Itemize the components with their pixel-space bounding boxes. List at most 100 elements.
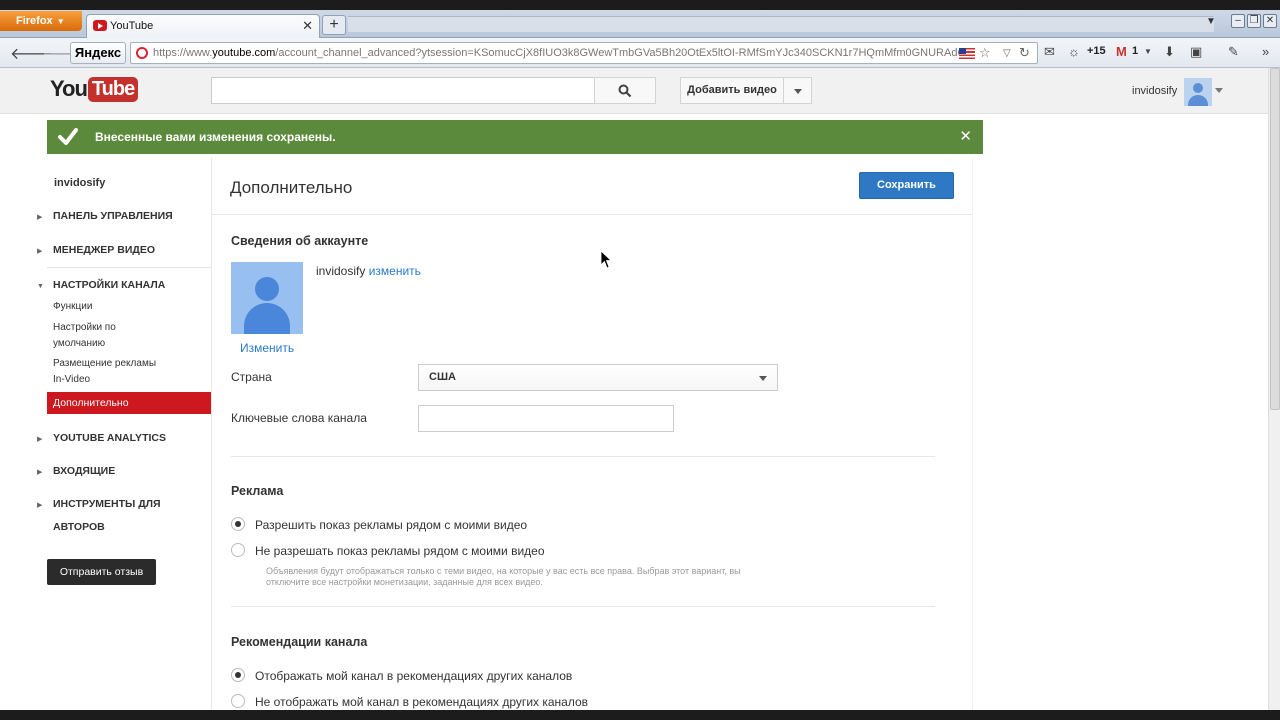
check-icon <box>58 128 78 145</box>
addon-icon[interactable]: ▣ <box>1190 44 1202 60</box>
ads-deny-radio[interactable] <box>231 543 245 557</box>
search-icon <box>618 84 632 98</box>
search-input[interactable] <box>211 77 595 104</box>
ads-section-title: Реклама <box>231 484 284 498</box>
collapse-arrow-icon: ▼ <box>37 283 44 290</box>
change-name-link[interactable]: изменить <box>369 264 421 278</box>
sidebar-item-label: ИНСТРУМЕНТЫ ДЛЯ АВТОРОВ <box>53 498 161 533</box>
tabstrip-empty-area <box>348 16 1214 32</box>
sidebar-subitem-invideo-ads[interactable]: Размещение рекламы In-Video <box>53 356 163 388</box>
browser-tab[interactable]: YouTube ✕ <box>86 14 320 38</box>
upload-video-button[interactable]: Добавить видео <box>680 77 784 104</box>
minimize-icon[interactable]: – <box>1231 14 1245 28</box>
sidebar-username[interactable]: invidosify <box>54 177 105 189</box>
scrollbar-thumb[interactable] <box>1270 68 1280 410</box>
sidebar-item-creator-tools[interactable]: ▶ ИНСТРУМЕНТЫ ДЛЯ АВТОРОВ <box>37 493 173 539</box>
recommend-show-label[interactable]: Отображать мой канал в рекомендациях дру… <box>255 669 572 683</box>
url-domain: youtube.com <box>212 47 276 59</box>
recommend-hide-label[interactable]: Не отображать мой канал в рекомендациях … <box>255 695 588 709</box>
user-avatar[interactable] <box>1184 78 1212 106</box>
weather-counter[interactable]: +15 <box>1087 45 1106 57</box>
search-button[interactable] <box>594 77 656 104</box>
screen-top-bar <box>0 0 1280 10</box>
history-dropdown-icon[interactable]: ▽ <box>1003 48 1011 59</box>
sidebar-item-dashboard[interactable]: ▶ ПАНЕЛЬ УПРАВЛЕНИЯ <box>37 210 173 222</box>
sidebar-item-label: ВХОДЯЩИЕ <box>53 465 116 477</box>
expand-arrow-icon: ▶ <box>37 436 43 443</box>
expand-arrow-icon: ▶ <box>37 214 43 221</box>
us-flag-icon <box>959 48 975 59</box>
reload-icon[interactable]: ↻ <box>1019 45 1030 61</box>
browser-nav-bar: 🡐 🡒 Яндекс https://www.youtube.com/accou… <box>0 38 1280 68</box>
close-window-icon[interactable]: ✕ <box>1263 14 1277 28</box>
chevron-down-icon[interactable]: ▼ <box>1144 47 1152 56</box>
yandex-button[interactable]: Яндекс <box>70 42 126 64</box>
gmail-icon[interactable]: M <box>1116 44 1127 59</box>
page-title: Дополнительно <box>230 178 353 197</box>
download-icon[interactable]: ⬇ <box>1164 44 1175 60</box>
section-divider <box>231 456 935 457</box>
chevron-down-icon[interactable] <box>1215 88 1223 93</box>
close-tab-icon[interactable]: ✕ <box>302 18 313 34</box>
youtube-header: You Tube Добавить видео invidosify <box>0 68 1268 114</box>
firefox-menu-label: Firefox <box>16 15 53 27</box>
country-label: Страна <box>231 370 272 384</box>
sidebar-subitem-advanced[interactable]: Дополнительно <box>47 392 211 414</box>
browser-tab-bar: Firefox ▼ YouTube ✕ + ▼ – ❐ ✕ <box>0 10 1280 38</box>
recommend-show-radio[interactable] <box>231 668 245 682</box>
url-path: /account_channel_advanced?ytsession=KSom… <box>275 47 959 59</box>
sidebar-item-video-manager[interactable]: ▶ МЕНЕДЖЕР ВИДЕО <box>37 244 155 256</box>
expand-arrow-icon: ▶ <box>37 469 43 476</box>
sidebar-item-channel-settings[interactable]: ▼ НАСТРОЙКИ КАНАЛА <box>37 279 165 291</box>
keywords-label: Ключевые слова канала <box>231 411 367 425</box>
weather-sun-icon[interactable]: ☼ <box>1068 44 1080 59</box>
channel-avatar[interactable] <box>231 262 303 334</box>
ads-allow-label[interactable]: Разрешить показ рекламы рядом с моими ви… <box>255 518 527 532</box>
title-divider <box>212 214 972 215</box>
save-button[interactable]: Сохранить <box>859 172 954 199</box>
restore-icon[interactable]: ❐ <box>1247 14 1261 28</box>
sidebar-divider <box>47 267 211 268</box>
recommend-hide-radio[interactable] <box>231 694 245 708</box>
sidebar-item-label: YOUTUBE ANALYTICS <box>53 432 166 444</box>
upload-dropdown-button[interactable] <box>784 77 812 104</box>
ads-hint-text: Объявления будут отображаться только с т… <box>266 566 741 587</box>
success-alert: Внесенные вами изменения сохранены. ✕ <box>47 120 983 154</box>
section-divider <box>231 606 935 607</box>
url-text[interactable]: https://www.youtube.com/account_channel_… <box>153 47 959 59</box>
ads-deny-label[interactable]: Не разрешать показ рекламы рядом с моими… <box>255 544 545 558</box>
sidebar-item-label: МЕНЕДЖЕР ВИДЕО <box>53 244 156 256</box>
gmail-count[interactable]: 1 <box>1132 45 1138 57</box>
tools-icon[interactable]: ✎ <box>1228 44 1239 60</box>
recommendations-section-title: Рекомендации канала <box>231 635 368 649</box>
page-scrollbar[interactable] <box>1268 68 1280 710</box>
new-tab-button[interactable]: + <box>322 15 346 35</box>
ads-allow-radio[interactable] <box>231 517 245 531</box>
tab-list-icon[interactable]: ▼ <box>1206 16 1216 27</box>
keywords-input[interactable] <box>418 405 674 432</box>
sidebar-subitem-features[interactable]: Функции <box>53 299 92 315</box>
overflow-icon[interactable]: » <box>1262 44 1269 59</box>
account-name: invidosify <box>316 264 366 278</box>
country-select[interactable]: США <box>418 364 778 391</box>
change-avatar-link[interactable]: Изменить <box>240 341 294 355</box>
account-info: invidosify изменить <box>316 264 421 278</box>
close-icon[interactable]: ✕ <box>959 127 972 145</box>
sidebar-item-label: ПАНЕЛЬ УПРАВЛЕНИЯ <box>53 210 173 222</box>
mouse-cursor-icon <box>601 251 613 269</box>
yandex-label: Яндекс <box>74 45 122 60</box>
youtube-logo[interactable]: You Tube <box>50 76 139 104</box>
address-bar[interactable]: https://www.youtube.com/account_channel_… <box>130 42 1038 64</box>
account-section-title: Сведения об аккаунте <box>231 234 369 248</box>
bookmark-star-icon[interactable]: ☆ <box>979 45 991 61</box>
sidebar-item-analytics[interactable]: ▶ YOUTUBE ANALYTICS <box>37 432 166 444</box>
sidebar-item-inbox[interactable]: ▶ ВХОДЯЩИЕ <box>37 465 115 477</box>
site-identity-icon[interactable] <box>136 47 148 59</box>
send-feedback-button[interactable]: Отправить отзыв <box>47 559 156 585</box>
sidebar-subitem-defaults[interactable]: Настройки по умолчанию <box>53 320 133 352</box>
sidebar-item-label: НАСТРОЙКИ КАНАЛА <box>53 279 166 291</box>
mail-icon[interactable]: ✉ <box>1044 44 1055 60</box>
firefox-menu-button[interactable]: Firefox ▼ <box>0 11 82 31</box>
youtube-page: You Tube Добавить видео invidosify Внесен… <box>0 68 1268 710</box>
header-username[interactable]: invidosify <box>1132 85 1177 97</box>
